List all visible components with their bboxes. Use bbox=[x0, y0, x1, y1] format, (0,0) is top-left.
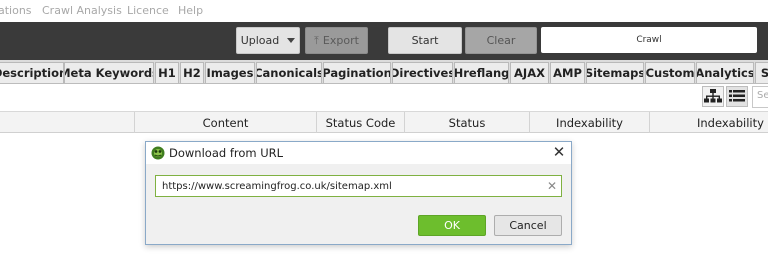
tab-pagination[interactable]: Pagination bbox=[323, 62, 391, 83]
menu-bar: ations Crawl Analysis Licence Help bbox=[0, 0, 768, 22]
tab-analytics[interactable]: Analytics bbox=[696, 62, 754, 83]
tab-meta-description[interactable]: Description bbox=[0, 62, 64, 83]
tab-amp[interactable]: AMP bbox=[550, 62, 585, 83]
sitemap-tree-icon bbox=[704, 89, 722, 103]
tab-images[interactable]: Images bbox=[205, 62, 255, 83]
search-input[interactable]: Se bbox=[752, 86, 768, 108]
start-button[interactable]: Start bbox=[388, 27, 462, 54]
tab-search-console[interactable]: S bbox=[755, 62, 768, 83]
table-header: Content Status Code Status Indexability … bbox=[0, 112, 768, 133]
menu-item-licence[interactable]: Licence bbox=[127, 4, 169, 17]
tab-ajax[interactable]: AJAX bbox=[510, 62, 549, 83]
menu-item-help[interactable]: Help bbox=[178, 4, 203, 17]
export-button[interactable]: ⤒ Export bbox=[305, 27, 368, 54]
crawl-mode-field[interactable]: Crawl bbox=[541, 27, 757, 53]
column-header-status[interactable]: Status bbox=[404, 112, 529, 133]
toolbar: Upload ⤒ Export Start Clear Crawl bbox=[0, 22, 768, 60]
url-input[interactable]: https://www.screamingfrog.co.uk/sitemap.… bbox=[155, 175, 562, 197]
column-header-indexability[interactable]: Indexability bbox=[529, 112, 649, 133]
tab-directives[interactable]: Directives bbox=[392, 62, 453, 83]
clear-button[interactable]: Clear bbox=[465, 27, 537, 54]
list-view-button[interactable] bbox=[726, 86, 748, 107]
filter-bar: Se bbox=[0, 84, 768, 112]
tab-h2[interactable]: H2 bbox=[180, 62, 204, 83]
frog-logo-icon bbox=[151, 146, 165, 160]
tab-sitemaps[interactable]: Sitemaps bbox=[586, 62, 644, 83]
tab-bar: Description Meta Keywords H1 H2 Images C… bbox=[0, 60, 768, 84]
chevron-down-icon bbox=[287, 38, 296, 43]
tab-meta-keywords[interactable]: Meta Keywords bbox=[64, 62, 154, 83]
upload-button[interactable]: Upload bbox=[236, 27, 300, 54]
tree-view-button[interactable] bbox=[702, 86, 724, 107]
list-icon bbox=[729, 90, 745, 102]
dialog-titlebar: Download from URL ✕ bbox=[146, 142, 571, 164]
ok-button[interactable]: OK bbox=[418, 215, 486, 236]
column-header-content[interactable]: Content bbox=[134, 112, 316, 133]
column-header-status-code[interactable]: Status Code bbox=[316, 112, 404, 133]
upload-button-label: Upload bbox=[240, 34, 280, 47]
download-from-url-dialog: Download from URL ✕ https://www.screamin… bbox=[145, 141, 572, 245]
export-icon: ⤒ bbox=[314, 33, 319, 47]
tab-custom[interactable]: Custom bbox=[645, 62, 695, 83]
tab-canonicals[interactable]: Canonicals bbox=[256, 62, 322, 83]
tab-h1[interactable]: H1 bbox=[155, 62, 179, 83]
clear-input-icon[interactable]: ✕ bbox=[546, 178, 558, 194]
menu-item-configurations[interactable]: ations bbox=[0, 4, 32, 17]
export-button-label: Export bbox=[322, 34, 359, 47]
tab-hreflang[interactable]: Hreflang bbox=[454, 62, 509, 83]
column-header-indexability-status[interactable]: Indexability Sta bbox=[649, 112, 768, 133]
dialog-title: Download from URL bbox=[169, 146, 284, 160]
close-icon[interactable]: ✕ bbox=[551, 143, 567, 161]
cancel-button[interactable]: Cancel bbox=[494, 215, 562, 236]
menu-item-crawl-analysis[interactable]: Crawl Analysis bbox=[42, 4, 122, 17]
